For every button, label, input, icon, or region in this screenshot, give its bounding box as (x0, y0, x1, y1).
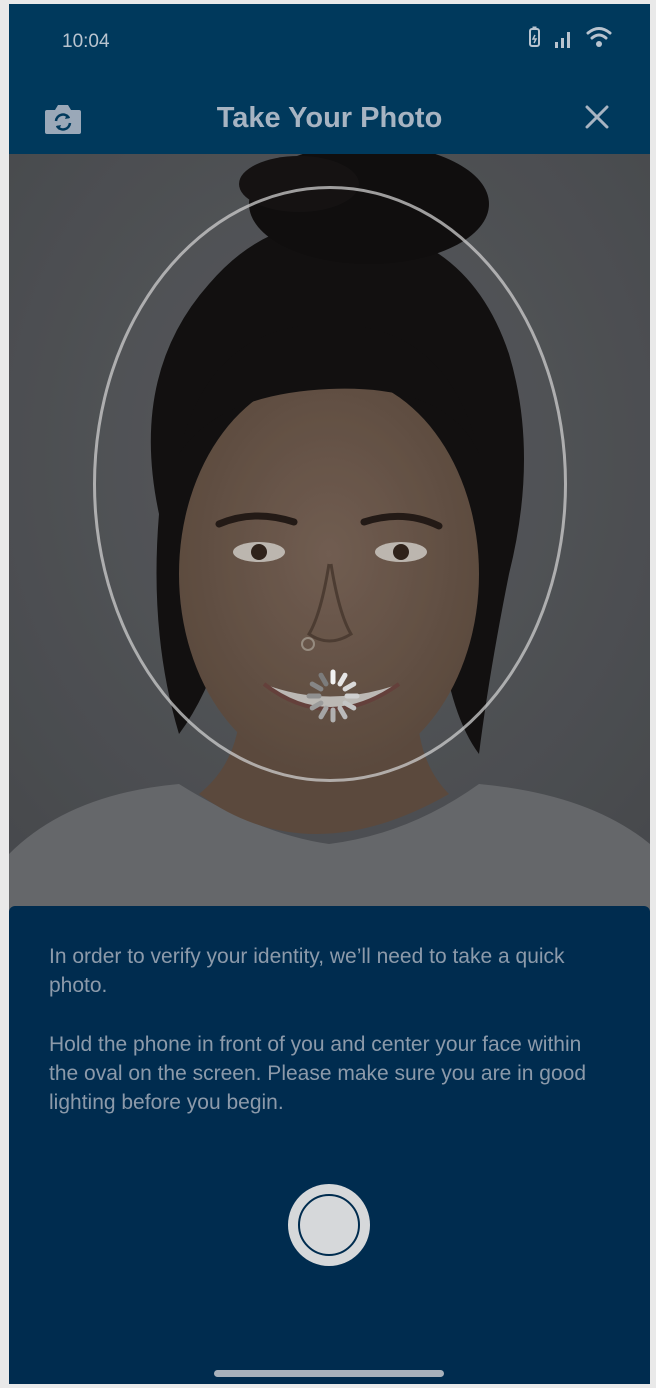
battery-icon (528, 26, 542, 53)
status-icons (528, 26, 612, 53)
shutter-icon (298, 1194, 360, 1256)
wifi-icon (586, 26, 612, 53)
close-icon (585, 105, 609, 129)
camera-preview (9, 154, 650, 914)
loading-spinner-icon (305, 668, 361, 724)
close-button[interactable] (582, 102, 612, 132)
capture-photo-button[interactable] (288, 1184, 370, 1266)
app-header: Take Your Photo (9, 82, 650, 154)
instruction-text-details: Hold the phone in front of you and cente… (49, 1033, 586, 1114)
signal-icon (554, 30, 574, 53)
home-indicator[interactable] (214, 1370, 444, 1377)
instructions-panel: In order to verify your identity, we’ll … (9, 906, 650, 1384)
page-title: Take Your Photo (216, 102, 443, 134)
instruction-text-intro: In order to verify your identity, we’ll … (49, 945, 565, 997)
status-bar: 10:04 (9, 4, 650, 82)
status-time: 10:04 (62, 31, 110, 52)
phone-screen: 10:04 Take Your Photo In order to verify… (9, 4, 650, 1384)
